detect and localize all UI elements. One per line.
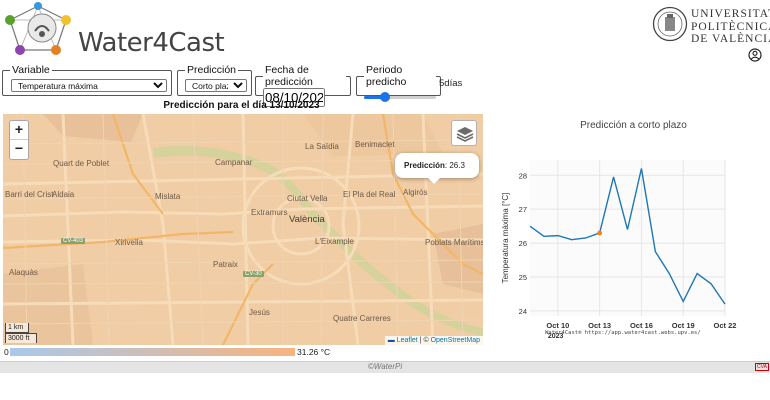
- upv-seal-icon: [652, 6, 688, 42]
- university-line: DE VALÈNCIA: [691, 33, 770, 45]
- map-label: Barri del Crist: [5, 190, 54, 199]
- scale-ft: 3000 ft: [5, 333, 37, 343]
- app-root: Water4Cast UNIVERSITAT POLITÈCNICA DE VA…: [0, 0, 770, 400]
- map-label: L'Eixample: [315, 237, 354, 246]
- scale-km: 1 km: [5, 323, 29, 333]
- layers-button[interactable]: [451, 120, 477, 146]
- map-tiles: [3, 114, 483, 345]
- x-tick-label: Oct 13: [588, 321, 611, 330]
- popup-label: Predicción: [404, 161, 445, 170]
- periodo-value: 5días: [439, 78, 463, 89]
- map-label: El Pla del Real: [343, 190, 396, 199]
- prediccion-group: Predicción Corto plazo: [177, 64, 252, 96]
- legend-min: 0: [4, 347, 9, 357]
- periodo-legend: Periodo predicho: [366, 64, 407, 88]
- popup-value: : 26.3: [444, 161, 465, 170]
- x-tick-label: Oct 19: [672, 321, 695, 330]
- app-title: Water4Cast: [78, 28, 225, 58]
- university-line: POLITÈCNICA: [691, 20, 770, 33]
- map-label: Mislata: [155, 192, 181, 201]
- map-label: Aldaia: [52, 190, 75, 199]
- map-label: Quatre Carreres: [333, 314, 391, 323]
- footer-text: ©WaterPi: [367, 362, 403, 371]
- variable-legend: Variable: [12, 64, 50, 76]
- map-label: Ciutat Vella: [287, 194, 328, 203]
- footer-badge: CVA: [755, 363, 769, 371]
- map-label: Extramurs: [251, 208, 288, 217]
- variable-select[interactable]: Temperatura máxima: [11, 79, 167, 92]
- y-tick-label: 26: [519, 239, 527, 248]
- prediccion-select[interactable]: Corto plazo: [185, 79, 247, 92]
- zoom-out-button[interactable]: −: [10, 140, 28, 159]
- chart-svg: 2425262728Oct 102023Oct 13 Oct 16 Oct 19 Oc…: [501, 160, 737, 340]
- plot-area: [530, 160, 725, 316]
- x-tick-label: Oct 16: [630, 321, 653, 330]
- y-tick-label: 27: [519, 205, 527, 214]
- fecha-group: Fecha de predicción: [255, 64, 351, 107]
- y-axis-label: Temperatura máxima [°C]: [501, 193, 510, 284]
- road-shield: CV-403: [61, 238, 86, 244]
- attribution-separator: | ©: [417, 337, 431, 344]
- map-label: Xirivella: [115, 238, 144, 247]
- prediccion-legend: Predicción: [187, 64, 237, 76]
- map-label: La Saïdia: [305, 142, 339, 151]
- zoom-control: + −: [9, 120, 29, 160]
- university-name: UNIVERSITAT POLITÈCNICA DE VALÈNCIA: [691, 8, 770, 46]
- map-label: Benimaclet: [355, 140, 395, 149]
- prediction-popup: Predicción: 26.3: [395, 153, 479, 184]
- y-tick-label: 25: [519, 273, 527, 282]
- x-tick-label: Oct 10: [546, 321, 569, 330]
- university-line: UNIVERSITAT: [691, 8, 770, 20]
- map-title: Predicción para el día 13/10/2023: [163, 100, 320, 111]
- zoom-in-button[interactable]: +: [10, 121, 28, 140]
- map-attribution: ▬ Leaflet | © OpenStreetMap: [384, 336, 483, 345]
- fecha-legend: Fecha de predicción: [265, 64, 313, 88]
- x-tick-label: Oct 22: [714, 321, 737, 330]
- osm-link[interactable]: OpenStreetMap: [431, 337, 480, 344]
- legend-color-bar: [10, 348, 295, 356]
- highlight-point: [597, 230, 603, 236]
- map-label: València: [289, 214, 325, 225]
- road-shield: CV-30: [243, 271, 264, 277]
- layers-icon: [456, 127, 474, 142]
- map-label: Patraix: [213, 260, 238, 269]
- chart-credit: Water4Cast® https://app.water4cast.webs.…: [545, 330, 701, 336]
- map-label: Quart de Poblet: [53, 159, 110, 168]
- map-label: Alaquàs: [9, 268, 38, 277]
- legend-max: 31.26 °C: [297, 347, 331, 357]
- leaflet-flag-icon: ▬: [387, 337, 395, 344]
- forecast-chart: Predicción a corto plazo 24 25 26 27 28 Oct 1…: [497, 112, 770, 342]
- user-account-icon[interactable]: [748, 48, 762, 62]
- y-tick-label: 28: [519, 171, 527, 180]
- variable-group: Variable Temperatura máxima: [2, 64, 172, 96]
- leaflet-link[interactable]: Leaflet: [397, 337, 418, 344]
- map-label: Algirós: [403, 188, 428, 197]
- map-label: Poblats Marítims: [425, 238, 483, 247]
- water4cast-logo-icon: [5, 2, 71, 55]
- map-label: Jesús: [249, 308, 270, 317]
- map-view[interactable]: Quart de Poblet Barri del Crist Aldaia M…: [3, 114, 483, 345]
- y-tick-label: 24: [519, 307, 527, 316]
- periodo-group: Periodo predicho: [356, 64, 441, 102]
- map-scale: 1 km 3000 ft: [5, 323, 37, 343]
- map-label: Campanar: [215, 158, 253, 167]
